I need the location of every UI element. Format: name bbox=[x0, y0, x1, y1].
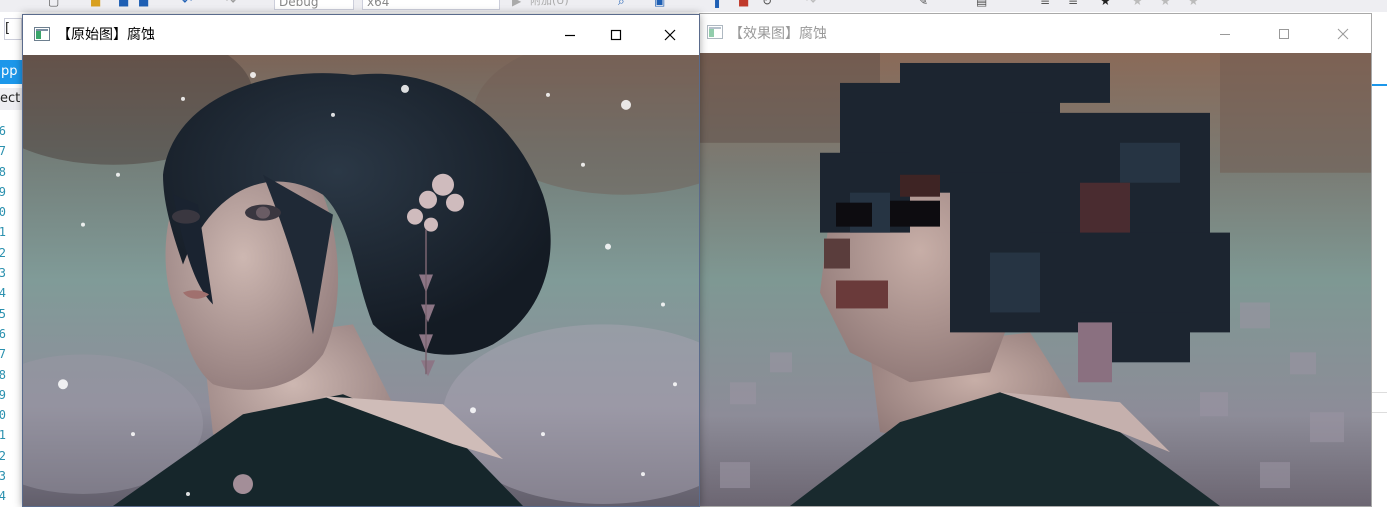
new-file-icon[interactable]: ▢ bbox=[48, 0, 59, 8]
indent-icon[interactable]: ≡ bbox=[1068, 0, 1078, 8]
effect-image bbox=[700, 53, 1371, 506]
panel-divider bbox=[1372, 392, 1387, 393]
undo-icon[interactable]: ↶ bbox=[182, 0, 192, 8]
effect-image-window[interactable]: 【效果图】腐蚀 bbox=[699, 13, 1372, 507]
window-layout-icon[interactable]: ▣ bbox=[654, 0, 665, 8]
close-button[interactable] bbox=[1320, 14, 1366, 53]
tools-icon[interactable]: ✎ bbox=[918, 0, 928, 8]
line-number: 3 bbox=[0, 469, 6, 484]
save-all-icon[interactable]: ■ bbox=[138, 0, 149, 8]
redo-icon[interactable]: ↷ bbox=[226, 0, 236, 8]
window-title: 【原始图】腐蚀 bbox=[57, 27, 155, 43]
line-number: 4 bbox=[0, 286, 6, 301]
line-number-gutter: 6 7 8 9 0 1 2 3 4 5 6 7 8 9 0 1 2 3 4 bbox=[0, 121, 22, 507]
line-number: 0 bbox=[0, 205, 6, 220]
save-icon[interactable]: ■ bbox=[118, 0, 129, 8]
minimize-button[interactable] bbox=[547, 15, 593, 55]
open-folder-icon[interactable]: ■ bbox=[90, 0, 101, 8]
line-number: 1 bbox=[0, 428, 6, 443]
bookmark-clear-icon[interactable]: ★ bbox=[1188, 0, 1199, 8]
maximize-icon bbox=[1279, 28, 1289, 39]
minimize-icon bbox=[565, 34, 575, 37]
line-number: 3 bbox=[0, 266, 6, 281]
panel-accent-line bbox=[1372, 84, 1387, 86]
window-titlebar[interactable]: 【效果图】腐蚀 bbox=[700, 14, 1371, 53]
panel-divider bbox=[1372, 412, 1387, 413]
line-number: 9 bbox=[0, 184, 6, 199]
start-debug-icon[interactable]: ▶ bbox=[512, 0, 521, 8]
line-number: 5 bbox=[0, 306, 6, 321]
window-titlebar[interactable]: 【原始图】腐蚀 bbox=[23, 15, 699, 55]
close-icon bbox=[1337, 28, 1349, 39]
restart-icon[interactable]: ↻ bbox=[762, 0, 772, 8]
bookmark-next-icon[interactable]: ★ bbox=[1160, 0, 1171, 8]
original-image bbox=[23, 55, 699, 506]
comment-icon[interactable]: ▤ bbox=[976, 0, 987, 8]
platform-select[interactable]: x64 bbox=[362, 0, 500, 10]
maximize-button[interactable] bbox=[593, 15, 639, 55]
line-number: 8 bbox=[0, 164, 6, 179]
file-dropdown[interactable]: [ bbox=[4, 18, 22, 40]
line-number: 6 bbox=[0, 326, 6, 341]
pause-icon[interactable]: ❚ bbox=[712, 0, 722, 8]
opencv-window-icon bbox=[34, 27, 50, 41]
close-icon bbox=[664, 29, 676, 41]
line-number: 6 bbox=[0, 124, 6, 138]
window-title: 【效果图】腐蚀 bbox=[729, 26, 827, 42]
step-over-icon[interactable]: ↷ bbox=[806, 0, 816, 8]
maximize-icon bbox=[610, 29, 622, 41]
outdent-icon[interactable]: ≡ bbox=[1040, 0, 1050, 8]
anime-portrait-image bbox=[23, 55, 699, 506]
minimize-button[interactable] bbox=[1202, 14, 1248, 53]
ide-right-panel-edge bbox=[1372, 12, 1387, 507]
bookmark-icon[interactable]: ★ bbox=[1100, 0, 1111, 8]
bookmark-prev-icon[interactable]: ★ bbox=[1132, 0, 1143, 8]
line-number: 8 bbox=[0, 367, 6, 382]
config-select[interactable]: Debug bbox=[274, 0, 354, 10]
line-number: 4 bbox=[0, 489, 6, 504]
line-number: 2 bbox=[0, 448, 6, 463]
attach-label[interactable]: 附加(U) bbox=[530, 0, 569, 8]
close-button[interactable] bbox=[647, 15, 693, 55]
line-number: 7 bbox=[0, 144, 6, 159]
opencv-window-icon bbox=[707, 25, 723, 39]
original-image-window[interactable]: 【原始图】腐蚀 bbox=[22, 14, 700, 507]
line-number: 7 bbox=[0, 347, 6, 362]
line-number: 1 bbox=[0, 225, 6, 240]
line-number: 9 bbox=[0, 387, 6, 402]
eroded-portrait-image bbox=[700, 53, 1371, 506]
solution-tab-project[interactable]: ect bbox=[0, 88, 24, 110]
line-number: 0 bbox=[0, 408, 6, 423]
line-number: 2 bbox=[0, 245, 6, 260]
find-icon[interactable]: ⌕ bbox=[618, 0, 625, 8]
maximize-button[interactable] bbox=[1261, 14, 1307, 53]
stop-icon[interactable]: ■ bbox=[738, 0, 749, 8]
minimize-icon bbox=[1220, 33, 1230, 35]
